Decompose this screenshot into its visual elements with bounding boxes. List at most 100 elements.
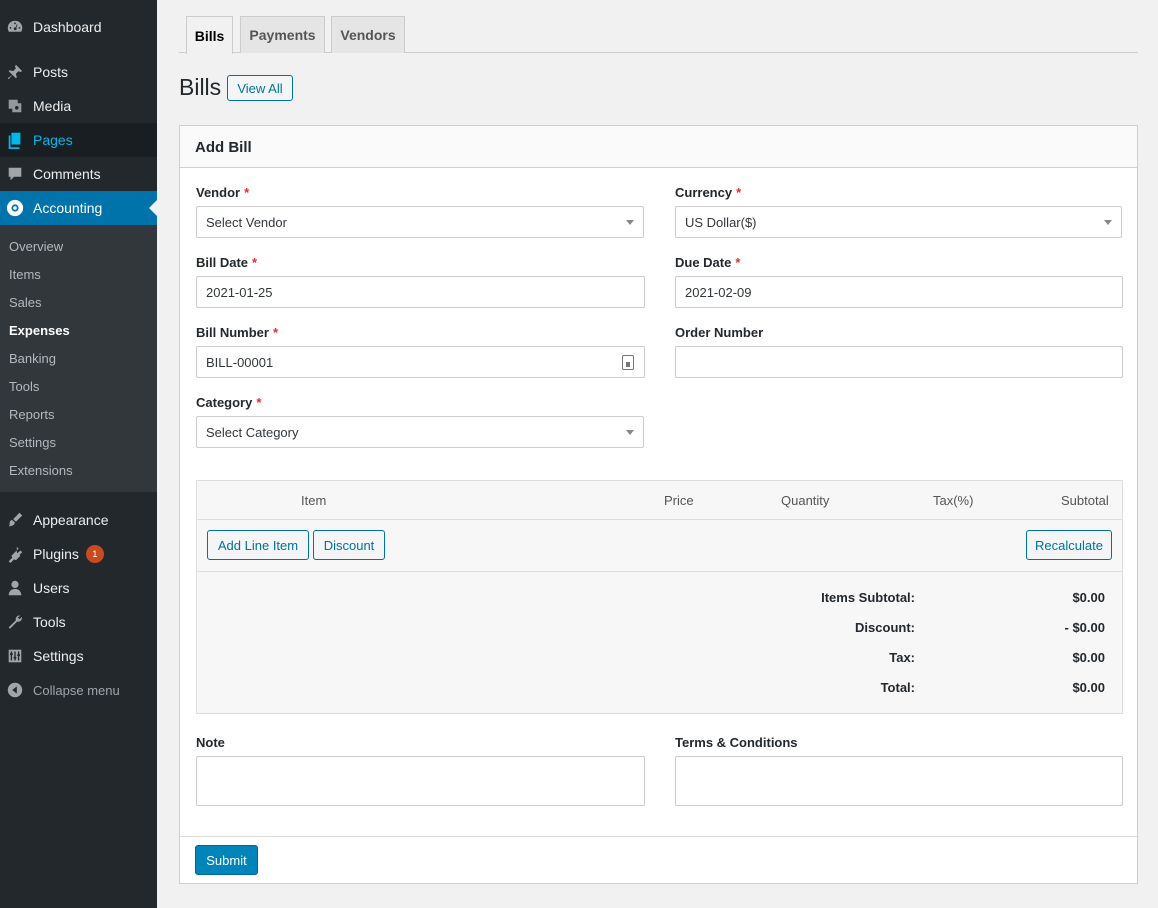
dashboard-icon bbox=[5, 17, 25, 37]
bill-number-label-text: Bill Number bbox=[196, 325, 269, 340]
required-mark: * bbox=[252, 255, 258, 270]
discount-total-label: Discount: bbox=[855, 620, 915, 635]
menu-label-users: Users bbox=[33, 580, 70, 596]
vendor-label-text: Vendor bbox=[196, 185, 241, 200]
discount-total-value: - $0.00 bbox=[1064, 620, 1105, 635]
submenu-extensions[interactable]: Extensions bbox=[9, 463, 73, 478]
line-items-header: Item Price Quantity Tax(%) Subtotal bbox=[197, 481, 1122, 520]
due-date-label-text: Due Date bbox=[675, 255, 732, 270]
bill-date-label-text: Bill Date bbox=[196, 255, 249, 270]
bill-number-label: Bill Number * bbox=[196, 325, 278, 340]
vendor-select-value: Select Vendor bbox=[206, 214, 287, 230]
panel-header: Add Bill bbox=[180, 126, 1137, 168]
terms-label: Terms & Conditions bbox=[675, 735, 798, 750]
category-select-value: Select Category bbox=[206, 424, 299, 440]
menu-label-appearance: Appearance bbox=[33, 512, 109, 528]
currency-select[interactable]: US Dollar($) bbox=[675, 206, 1122, 238]
menu-label-tools: Tools bbox=[33, 614, 66, 630]
menu-accounting[interactable]: Accounting bbox=[0, 191, 157, 225]
submenu-sales[interactable]: Sales bbox=[9, 295, 42, 310]
category-select[interactable]: Select Category bbox=[196, 416, 644, 448]
menu-label-plugins: Plugins bbox=[33, 546, 79, 562]
required-mark: * bbox=[256, 395, 262, 410]
note-label: Note bbox=[196, 735, 225, 750]
line-items-table: Item Price Quantity Tax(%) Subtotal Add … bbox=[196, 480, 1123, 714]
menu-label-dashboard: Dashboard bbox=[33, 19, 102, 35]
menu-posts[interactable]: Posts bbox=[0, 55, 157, 89]
column-tax: Tax(%) bbox=[933, 493, 974, 508]
comments-icon bbox=[5, 164, 25, 184]
page-title: Bills bbox=[179, 74, 222, 100]
menu-comments[interactable]: Comments bbox=[0, 157, 157, 191]
bill-date-value: 2021-01-25 bbox=[206, 284, 273, 300]
settings-sliders-icon bbox=[5, 646, 25, 666]
note-textarea[interactable] bbox=[196, 756, 645, 806]
panel-title: Add Bill bbox=[195, 139, 252, 156]
menu-media[interactable]: Media bbox=[0, 89, 157, 123]
tax-total-value: $0.00 bbox=[1072, 650, 1105, 665]
menu-users[interactable]: Users bbox=[0, 571, 157, 605]
column-subtotal: Subtotal bbox=[1061, 493, 1109, 508]
add-bill-panel: Add Bill Vendor * Select Vendor Currency *… bbox=[179, 125, 1138, 884]
view-all-button[interactable]: View All bbox=[227, 75, 293, 101]
vendor-select[interactable]: Select Vendor bbox=[196, 206, 644, 238]
items-subtotal-label: Items Subtotal: bbox=[821, 590, 915, 605]
order-number-input[interactable] bbox=[675, 346, 1123, 378]
submenu-overview[interactable]: Overview bbox=[9, 239, 63, 254]
menu-label-pages: Pages bbox=[33, 132, 73, 148]
required-mark: * bbox=[736, 185, 742, 200]
grand-total-value: $0.00 bbox=[1072, 680, 1105, 695]
terms-textarea[interactable] bbox=[675, 756, 1123, 806]
menu-appearance[interactable]: Appearance bbox=[0, 503, 157, 537]
tab-vendors[interactable]: Vendors bbox=[331, 16, 405, 53]
grand-total-label: Total: bbox=[880, 680, 915, 695]
line-items-actions: Add Line Item Discount Recalculate bbox=[197, 520, 1122, 572]
add-line-item-button[interactable]: Add Line Item bbox=[207, 530, 309, 560]
admin-sidebar: Dashboard Posts Media Pages Comments Acc… bbox=[0, 0, 157, 908]
submenu-tools[interactable]: Tools bbox=[9, 379, 39, 394]
bill-number-value: BILL-00001 bbox=[206, 354, 274, 370]
tab-bar: Bills Payments Vendors bbox=[179, 16, 1138, 54]
tab-payments[interactable]: Payments bbox=[240, 16, 325, 53]
submenu-banking[interactable]: Banking bbox=[9, 351, 56, 366]
menu-settings[interactable]: Settings bbox=[0, 639, 157, 673]
bill-date-input[interactable]: 2021-01-25 bbox=[196, 276, 645, 308]
submenu-expenses[interactable]: Expenses bbox=[9, 323, 70, 338]
bill-number-input[interactable]: BILL-00001 bbox=[196, 346, 645, 378]
submenu-items[interactable]: Items bbox=[9, 267, 41, 282]
plugins-icon bbox=[5, 544, 25, 564]
column-price: Price bbox=[664, 493, 694, 508]
order-number-label: Order Number bbox=[675, 325, 764, 340]
menu-label-posts: Posts bbox=[33, 64, 69, 80]
due-date-label: Due Date * bbox=[675, 255, 740, 270]
items-subtotal-value: $0.00 bbox=[1072, 590, 1105, 605]
menu-dashboard[interactable]: Dashboard bbox=[0, 10, 157, 44]
column-quantity: Quantity bbox=[781, 493, 830, 508]
lock-icon bbox=[622, 355, 634, 370]
due-date-input[interactable]: 2021-02-09 bbox=[675, 276, 1123, 308]
collapse-menu-button[interactable]: Collapse menu bbox=[0, 673, 157, 707]
required-mark: * bbox=[735, 255, 741, 270]
required-mark: * bbox=[244, 185, 250, 200]
currency-select-value: US Dollar($) bbox=[685, 214, 757, 230]
pages-icon bbox=[5, 130, 25, 150]
accounting-icon bbox=[5, 198, 25, 218]
submenu-reports[interactable]: Reports bbox=[9, 407, 55, 422]
media-icon bbox=[5, 96, 25, 116]
tab-bills[interactable]: Bills bbox=[186, 16, 233, 54]
submenu-settings[interactable]: Settings bbox=[9, 435, 56, 450]
pin-icon bbox=[5, 62, 25, 82]
users-icon bbox=[5, 578, 25, 598]
due-date-value: 2021-02-09 bbox=[685, 284, 752, 300]
recalculate-button[interactable]: Recalculate bbox=[1026, 530, 1112, 560]
submit-button[interactable]: Submit bbox=[195, 845, 258, 875]
currency-label: Currency * bbox=[675, 185, 741, 200]
discount-button[interactable]: Discount bbox=[313, 530, 385, 560]
menu-label-comments: Comments bbox=[33, 166, 101, 182]
menu-pages[interactable]: Pages bbox=[0, 123, 157, 157]
paintbrush-icon bbox=[5, 510, 25, 530]
menu-tools[interactable]: Tools bbox=[0, 605, 157, 639]
column-item: Item bbox=[301, 493, 327, 508]
menu-plugins[interactable]: Plugins 1 bbox=[0, 537, 157, 571]
currency-label-text: Currency bbox=[675, 185, 733, 200]
